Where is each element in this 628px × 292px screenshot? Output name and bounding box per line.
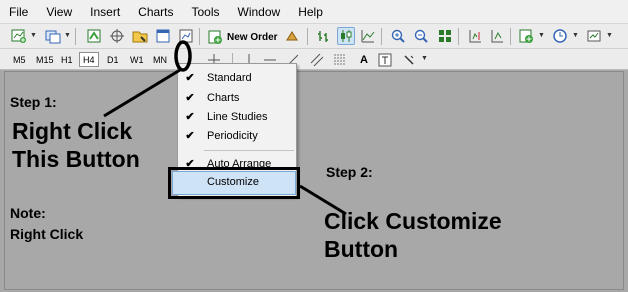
button-circle-marker <box>174 40 192 72</box>
annotation-overlay <box>103 40 347 216</box>
step1-pointer-line <box>103 68 181 118</box>
step2-pointer-line <box>299 184 347 216</box>
